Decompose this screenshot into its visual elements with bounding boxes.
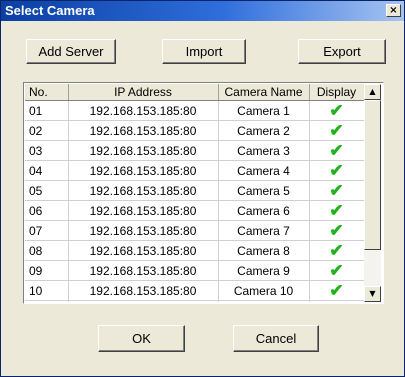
scroll-down-arrow-icon[interactable]: ▼ xyxy=(364,286,381,302)
display-check-icon[interactable]: ✔ xyxy=(329,201,343,220)
table-row[interactable]: 05 192.168.153.185:80 Camera 5 ✔ xyxy=(25,180,364,201)
display-check-icon[interactable]: ✔ xyxy=(329,281,343,300)
camera-table-viewport: No. IP Address Camera Name Display 01 192… xyxy=(25,84,364,302)
cell-camera-name: Camera 11 xyxy=(218,300,310,302)
cell-no: 05 xyxy=(25,180,69,201)
cell-ip-address: 192.168.153.185:80 xyxy=(68,100,219,121)
display-check-icon[interactable]: ✔ xyxy=(329,221,343,240)
cell-ip-address: 192.168.153.185:80 xyxy=(68,240,219,261)
table-row[interactable]: 01 192.168.153.185:80 Camera 1 ✔ xyxy=(25,100,364,121)
scroll-thumb[interactable] xyxy=(364,100,381,250)
display-check-icon[interactable]: ✔ xyxy=(329,101,343,120)
cell-display: ✔ xyxy=(309,120,364,141)
table-row[interactable]: 09 192.168.153.185:80 Camera 9 ✔ xyxy=(25,260,364,281)
cell-camera-name: Camera 3 xyxy=(218,140,310,161)
cell-ip-address: 192.168.153.185:80 xyxy=(68,280,219,301)
table-row[interactable]: 11192.168.153.185:80Camera 11 ✔ xyxy=(25,300,364,302)
cell-display: ✔ xyxy=(309,240,364,261)
table-row[interactable]: 10 192.168.153.185:80 Camera 10 ✔ xyxy=(25,280,364,301)
table-row[interactable]: 07 192.168.153.185:80 Camera 7 ✔ xyxy=(25,220,364,241)
table-body: 01 192.168.153.185:80 Camera 1 ✔ 02 192.168.1… xyxy=(25,100,364,302)
cell-ip-address: 192.168.153.185:80 xyxy=(68,180,219,201)
cell-no: 06 xyxy=(25,200,69,221)
cell-display: ✔ xyxy=(309,160,364,181)
table-row[interactable]: 03 192.168.153.185:80 Camera 3 ✔ xyxy=(25,140,364,161)
window-title: Select Camera xyxy=(5,3,95,18)
display-check-icon[interactable]: ✔ xyxy=(329,161,343,180)
table-row[interactable]: 06 192.168.153.185:80 Camera 6 ✔ xyxy=(25,200,364,221)
cell-display: ✔ xyxy=(309,260,364,281)
cell-no: 01 xyxy=(25,100,69,121)
cell-no: 11 xyxy=(25,300,69,302)
table-row[interactable]: 02 192.168.153.185:80 Camera 2 ✔ xyxy=(25,120,364,141)
cell-ip-address: 192.168.153.185:80 xyxy=(68,140,219,161)
table-row[interactable]: 04 192.168.153.185:80 Camera 4 ✔ xyxy=(25,160,364,181)
display-check-icon[interactable]: ✔ xyxy=(329,301,343,302)
select-camera-dialog: Select Camera × Add Server Import Export… xyxy=(0,0,405,377)
export-button[interactable]: Export xyxy=(298,39,386,64)
scroll-up-arrow-icon[interactable]: ▲ xyxy=(364,84,381,100)
cell-no: 04 xyxy=(25,160,69,181)
cell-display: ✔ xyxy=(309,140,364,161)
header-camera-name[interactable]: Camera Name xyxy=(218,84,310,101)
cell-camera-name: Camera 5 xyxy=(218,180,310,201)
cell-camera-name: Camera 1 xyxy=(218,100,310,121)
cell-display: ✔ xyxy=(309,180,364,201)
camera-list[interactable]: No. IP Address Camera Name Display 01 192… xyxy=(23,82,384,304)
cell-ip-address: 192.168.153.185:80 xyxy=(68,120,219,141)
camera-table: No. IP Address Camera Name Display 01 192… xyxy=(25,84,364,302)
cell-ip-address: 192.168.153.185:80 xyxy=(68,160,219,181)
cell-camera-name: Camera 7 xyxy=(218,220,310,241)
cell-camera-name: Camera 2 xyxy=(218,120,310,141)
header-display[interactable]: Display xyxy=(309,84,364,101)
table-row[interactable]: 08 192.168.153.185:80 Camera 8 ✔ xyxy=(25,240,364,261)
title-bar[interactable]: Select Camera × xyxy=(1,1,404,21)
cell-camera-name: Camera 6 xyxy=(218,200,310,221)
cell-display: ✔ xyxy=(309,280,364,301)
cell-ip-address: 192.168.153.185:80 xyxy=(68,200,219,221)
display-check-icon[interactable]: ✔ xyxy=(329,241,343,260)
cell-camera-name: Camera 4 xyxy=(218,160,310,181)
cell-no: 03 xyxy=(25,140,69,161)
display-check-icon[interactable]: ✔ xyxy=(329,121,343,140)
display-check-icon[interactable]: ✔ xyxy=(329,141,343,160)
import-button[interactable]: Import xyxy=(162,39,246,64)
cell-ip-address: 192.168.153.185:80 xyxy=(68,260,219,281)
vertical-scrollbar[interactable]: ▲ ▼ xyxy=(364,84,381,302)
cell-display: ✔ xyxy=(309,220,364,241)
cell-no: 10 xyxy=(25,280,69,301)
cell-display: ✔ xyxy=(309,200,364,221)
cell-camera-name: Camera 9 xyxy=(218,260,310,281)
display-check-icon[interactable]: ✔ xyxy=(329,181,343,200)
cell-camera-name: Camera 10 xyxy=(218,280,310,301)
cell-display: ✔ xyxy=(309,300,364,302)
cell-no: 07 xyxy=(25,220,69,241)
cell-no: 02 xyxy=(25,120,69,141)
cell-ip-address: 192.168.153.185:80 xyxy=(68,220,219,241)
header-no[interactable]: No. xyxy=(25,84,69,101)
cell-no: 08 xyxy=(25,240,69,261)
cell-ip-address: 192.168.153.185:80 xyxy=(68,300,219,302)
close-button[interactable]: × xyxy=(386,4,401,17)
cell-no: 09 xyxy=(25,260,69,281)
table-header-row: No. IP Address Camera Name Display xyxy=(25,84,364,101)
ok-button[interactable]: OK xyxy=(98,325,185,352)
cell-camera-name: Camera 8 xyxy=(218,240,310,261)
add-server-button[interactable]: Add Server xyxy=(26,39,116,64)
display-check-icon[interactable]: ✔ xyxy=(329,261,343,280)
header-ip-address[interactable]: IP Address xyxy=(68,84,219,101)
cell-display: ✔ xyxy=(309,100,364,121)
cancel-button[interactable]: Cancel xyxy=(233,325,319,352)
